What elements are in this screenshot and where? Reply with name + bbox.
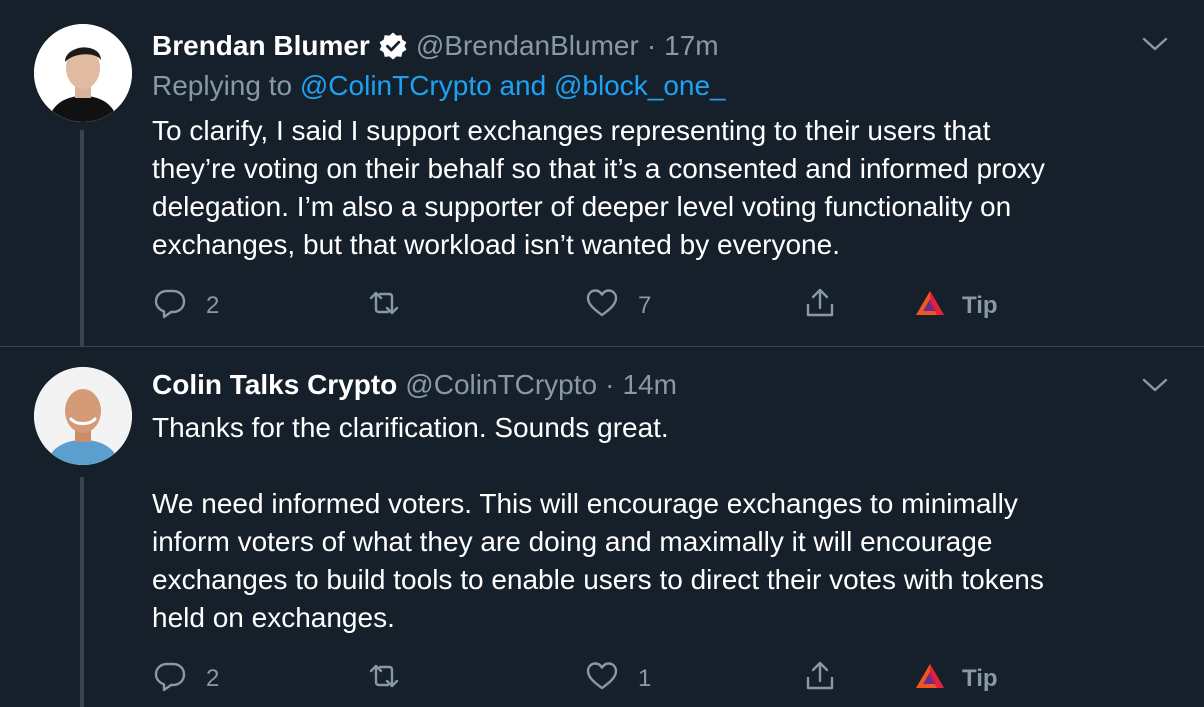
tweet-header: Brendan Blumer @BrendanBlumer · 17m bbox=[152, 26, 719, 66]
like-count: 7 bbox=[638, 292, 652, 319]
brave-tip-icon bbox=[912, 658, 948, 701]
tweet-colin-talks-crypto[interactable]: Colin Talks Crypto @ColinTCrypto · 14m T… bbox=[0, 346, 1204, 707]
like-button[interactable]: 7 bbox=[584, 286, 651, 326]
share-button[interactable] bbox=[802, 659, 838, 699]
like-count: 1 bbox=[638, 665, 652, 692]
retweet-icon bbox=[366, 285, 402, 328]
replying-prefix: Replying to bbox=[152, 70, 300, 101]
chevron-down-icon[interactable] bbox=[1142, 377, 1168, 393]
display-name[interactable]: Brendan Blumer bbox=[152, 30, 370, 62]
thread-line bbox=[80, 477, 84, 707]
share-icon bbox=[802, 285, 838, 328]
tweet-text: To clarify, I said I support exchanges r… bbox=[152, 115, 1045, 260]
display-name[interactable]: Colin Talks Crypto bbox=[152, 369, 397, 401]
reply-button[interactable]: 2 bbox=[152, 286, 219, 326]
separator-dot: · bbox=[605, 369, 615, 400]
share-icon bbox=[802, 658, 838, 701]
reply-count: 2 bbox=[206, 292, 220, 319]
avatar-colin-talks-crypto[interactable] bbox=[34, 367, 132, 465]
chevron-down-icon[interactable] bbox=[1142, 36, 1168, 52]
reply-button[interactable]: 2 bbox=[152, 659, 219, 699]
timestamp[interactable]: 14m bbox=[622, 369, 676, 401]
separator-dot: · bbox=[646, 30, 657, 61]
reply-count: 2 bbox=[206, 665, 220, 692]
avatar-image bbox=[34, 24, 132, 122]
retweet-button[interactable] bbox=[366, 286, 420, 326]
avatar-brendan-blumer[interactable] bbox=[34, 24, 132, 122]
retweet-button[interactable] bbox=[366, 659, 420, 699]
retweet-icon bbox=[366, 658, 402, 701]
tip-label: Tip bbox=[962, 665, 998, 692]
handle[interactable]: @ColinTCrypto bbox=[405, 369, 597, 401]
tip-label: Tip bbox=[962, 292, 998, 319]
tweet-header: Colin Talks Crypto @ColinTCrypto · 14m bbox=[152, 365, 677, 405]
tweet-brendan-blumer[interactable]: Brendan Blumer @BrendanBlumer · 17m Repl… bbox=[0, 0, 1204, 346]
tweet-actions: 2 1 Tip bbox=[152, 659, 1052, 699]
reply-bubble-icon bbox=[152, 658, 188, 701]
tip-button[interactable]: Tip bbox=[912, 286, 998, 326]
share-button[interactable] bbox=[802, 286, 838, 326]
tweet-actions: 2 7 Tip bbox=[152, 286, 1052, 326]
verified-badge-icon bbox=[378, 31, 408, 61]
timestamp[interactable]: 17m bbox=[664, 30, 718, 62]
heart-icon bbox=[584, 285, 620, 328]
replying-to: Replying to @ColinTCrypto and @block_one… bbox=[152, 70, 726, 102]
replying-mentions-link[interactable]: @ColinTCrypto and @block_one_ bbox=[300, 70, 726, 101]
like-button[interactable]: 1 bbox=[584, 659, 651, 699]
tweet-text: Thanks for the clarification. Sounds gre… bbox=[152, 412, 1044, 633]
heart-icon bbox=[584, 658, 620, 701]
thread-line bbox=[80, 130, 84, 346]
brave-tip-icon bbox=[912, 285, 948, 328]
reply-bubble-icon bbox=[152, 285, 188, 328]
avatar-image bbox=[34, 367, 132, 465]
tip-button[interactable]: Tip bbox=[912, 659, 998, 699]
handle[interactable]: @BrendanBlumer bbox=[416, 30, 639, 62]
